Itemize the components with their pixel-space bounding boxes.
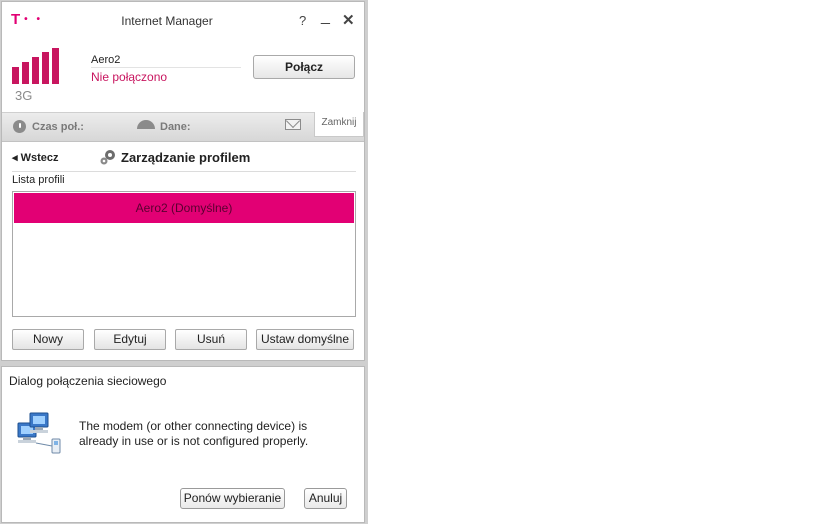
divider [12, 171, 356, 172]
internet-manager-window: T • • Internet Manager ? _ ✕ 3G Aero2 Nie… [1, 1, 365, 361]
signal-bar [22, 62, 29, 84]
delete-profile-button[interactable]: Usuń [175, 329, 247, 350]
network-computers-icon [17, 412, 61, 454]
back-link[interactable]: ◂ Wstecz [12, 151, 58, 164]
close-panel-tab[interactable]: Zamknij [314, 112, 364, 137]
signal-bar [52, 48, 59, 84]
network-type: 3G [15, 88, 33, 103]
new-profile-button[interactable]: Nowy [12, 329, 84, 350]
signal-strength-icon [12, 48, 66, 84]
signal-bar [32, 57, 39, 84]
gauge-icon [137, 120, 155, 129]
connection-status: Nie połączono [91, 70, 168, 84]
minimize-button[interactable]: _ [321, 8, 330, 26]
edit-profile-button[interactable]: Edytuj [94, 329, 166, 350]
app-frame: T • • Internet Manager ? _ ✕ 3G Aero2 Nie… [0, 0, 368, 524]
info-bar: Czas poł.: Dane: Zamknij [2, 112, 364, 142]
dialog-title: Dialog połączenia sieciowego [9, 374, 167, 388]
list-item[interactable]: Aero2 (Domyślne) [14, 193, 354, 223]
connection-time-label: Czas poł.: [32, 121, 84, 133]
cancel-button[interactable]: Anuluj [304, 488, 347, 509]
set-default-button[interactable]: Ustaw domyślne [256, 329, 354, 350]
profile-list[interactable]: Aero2 (Domyślne) [12, 191, 356, 317]
dial-up-dialog: Dialog połączenia sieciowego The modem (… [1, 366, 365, 523]
profile-list-label: Lista profili [12, 174, 65, 186]
window-title: Internet Manager [121, 14, 213, 28]
envelope-icon[interactable] [285, 119, 301, 130]
title-bar: T • • Internet Manager ? _ ✕ [2, 2, 364, 40]
divider [91, 67, 241, 68]
dialog-message: The modem (or other connecting device) i… [79, 419, 309, 448]
connect-button[interactable]: Połącz [253, 55, 355, 79]
signal-bar [12, 67, 19, 84]
clock-icon [13, 120, 26, 133]
help-button[interactable]: ? [299, 13, 306, 28]
redial-button[interactable]: Ponów wybieranie [180, 488, 285, 509]
close-button[interactable]: ✕ [342, 11, 355, 29]
data-label: Dane: [160, 121, 191, 133]
profile-name: Aero2 [91, 54, 121, 66]
gear-icon [100, 150, 115, 165]
section-title: Zarządzanie profilem [121, 150, 251, 165]
signal-bar [42, 52, 49, 84]
